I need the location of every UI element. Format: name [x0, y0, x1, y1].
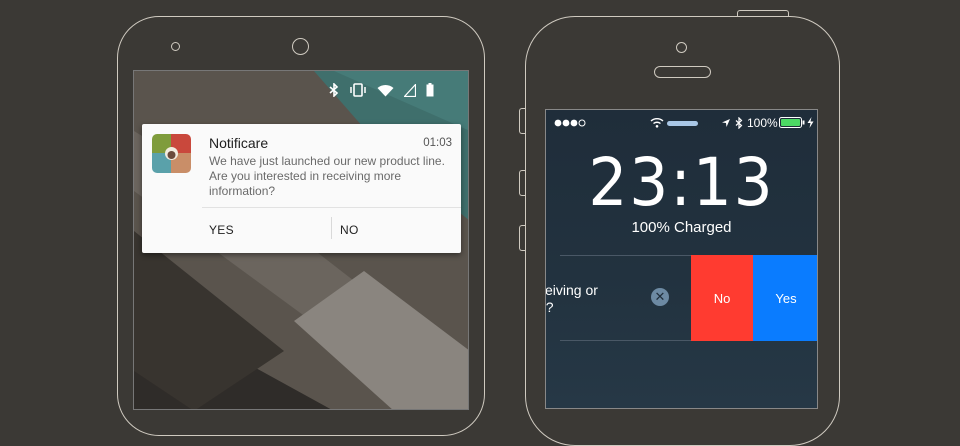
notification-no-button[interactable]: NO — [340, 223, 359, 237]
notification-app-name: Notificare — [209, 135, 269, 151]
ios-notification-message: ceiving or n? — [545, 282, 598, 315]
ios-no-button[interactable]: No — [691, 255, 753, 341]
bluetooth-icon — [735, 117, 743, 129]
iphone-front-camera — [676, 42, 687, 53]
signal-icon — [404, 83, 416, 97]
notification-message: We have just launched our new product li… — [209, 154, 445, 198]
clear-icon[interactable]: ✕ — [651, 288, 669, 306]
signal-dots-icon — [554, 119, 586, 127]
location-icon — [722, 119, 730, 127]
android-sensor — [171, 42, 180, 51]
iphone-mute-switch — [519, 108, 526, 134]
android-notification-card[interactable]: Notificare 01:03 We have just launched o… — [142, 124, 461, 253]
notification-time: 01:03 — [423, 137, 452, 149]
notificare-app-icon — [152, 134, 191, 173]
iphone-power-button — [737, 10, 789, 17]
battery-icon — [426, 83, 434, 97]
ios-battery-percent: 100% — [747, 116, 778, 130]
iphone-volume-down — [519, 225, 526, 251]
iphone-speaker — [654, 66, 711, 78]
battery-icon — [779, 117, 805, 128]
charging-icon — [807, 117, 814, 128]
notification-yes-button[interactable]: YES — [209, 223, 234, 237]
ios-lock-clock: 23:13 — [588, 144, 775, 221]
android-front-camera — [292, 38, 309, 55]
action-separator — [331, 217, 332, 239]
bluetooth-icon — [329, 83, 339, 97]
iphone-volume-up — [519, 170, 526, 196]
android-status-bar — [329, 83, 434, 97]
ios-charge-status: 100% Charged — [631, 219, 732, 236]
wifi-icon — [650, 118, 664, 128]
carrier-bar — [667, 121, 698, 126]
vibrate-icon — [350, 83, 366, 97]
notification-divider — [202, 207, 461, 208]
wifi-icon — [377, 84, 394, 96]
ios-status-bar: 100% — [546, 116, 817, 130]
iphone-lock-screen: 100% 23:13 100% Charged ceiving or n? ✕ … — [545, 109, 818, 409]
ios-yes-button[interactable]: Yes — [753, 255, 817, 341]
